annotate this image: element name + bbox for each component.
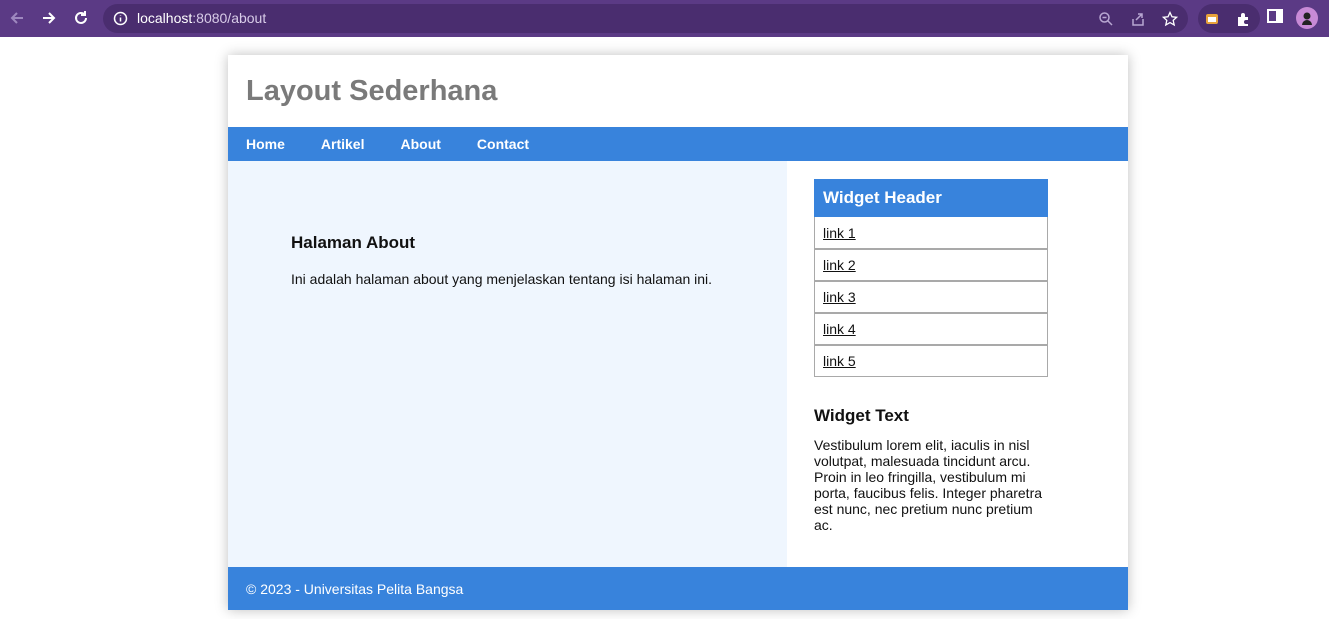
share-icon[interactable] — [1130, 11, 1146, 27]
profile-avatar[interactable] — [1296, 7, 1318, 29]
main-nav: Home Artikel About Contact — [228, 127, 1128, 161]
side-panel-icon[interactable] — [1266, 7, 1284, 25]
text-widget-body: Vestibulum lorem elit, iaculis in nisl v… — [814, 437, 1043, 533]
main-heading: Halaman About — [291, 233, 416, 252]
reload-button[interactable] — [69, 6, 93, 30]
url-path: :8080/about — [192, 10, 267, 26]
nav-home[interactable]: Home — [246, 136, 285, 152]
site-title: Layout Sederhana — [246, 74, 498, 107]
arrow-right-icon — [43, 12, 56, 24]
widget-link-3[interactable]: link 3 — [814, 281, 1048, 313]
forward-button[interactable] — [37, 6, 61, 30]
extensions-area — [1198, 4, 1260, 33]
widget-link-5[interactable]: link 5 — [814, 345, 1048, 377]
nav-about[interactable]: About — [400, 136, 440, 152]
address-bar[interactable]: localhost:8080/about — [103, 4, 1188, 33]
url-text[interactable]: localhost:8080/about — [137, 10, 266, 26]
nav-artikel[interactable]: Artikel — [321, 136, 365, 152]
footer-text: © 2023 - Universitas Pelita Bangsa — [246, 580, 464, 597]
widget-header: Widget Header — [814, 179, 1048, 217]
link-widget: Widget Header link 1 link 2 link 3 link … — [814, 179, 1048, 377]
text-widget-heading: Widget Text — [814, 406, 909, 425]
browser-toolbar: localhost:8080/about — [0, 0, 1329, 37]
puzzle-icon[interactable] — [1235, 11, 1251, 27]
sidebar: Widget Header link 1 link 2 link 3 link … — [787, 161, 1128, 567]
reload-icon — [75, 11, 87, 24]
text-widget: Widget Text Vestibulum lorem elit, iacul… — [814, 406, 1054, 533]
person-icon — [1302, 12, 1312, 25]
page-container: Layout Sederhana Home Artikel About Cont… — [228, 55, 1128, 610]
site-header: Layout Sederhana — [228, 55, 1128, 127]
star-icon[interactable] — [1162, 11, 1178, 27]
site-footer: © 2023 - Universitas Pelita Bangsa — [228, 567, 1128, 610]
main-text: Ini adalah halaman about yang menjelaska… — [291, 271, 713, 287]
url-host: localhost — [137, 10, 193, 26]
widget-link-4[interactable]: link 4 — [814, 313, 1048, 345]
widget-link-2[interactable]: link 2 — [814, 249, 1048, 281]
info-icon[interactable] — [113, 11, 128, 26]
main-content: Halaman About Ini adalah halaman about y… — [228, 161, 787, 567]
extension-app-icon[interactable] — [1204, 11, 1220, 27]
nav-contact[interactable]: Contact — [477, 136, 529, 152]
arrow-left-icon — [10, 12, 23, 24]
back-button[interactable] — [5, 6, 29, 30]
zoom-icon[interactable] — [1098, 11, 1114, 27]
widget-link-1[interactable]: link 1 — [814, 217, 1048, 249]
